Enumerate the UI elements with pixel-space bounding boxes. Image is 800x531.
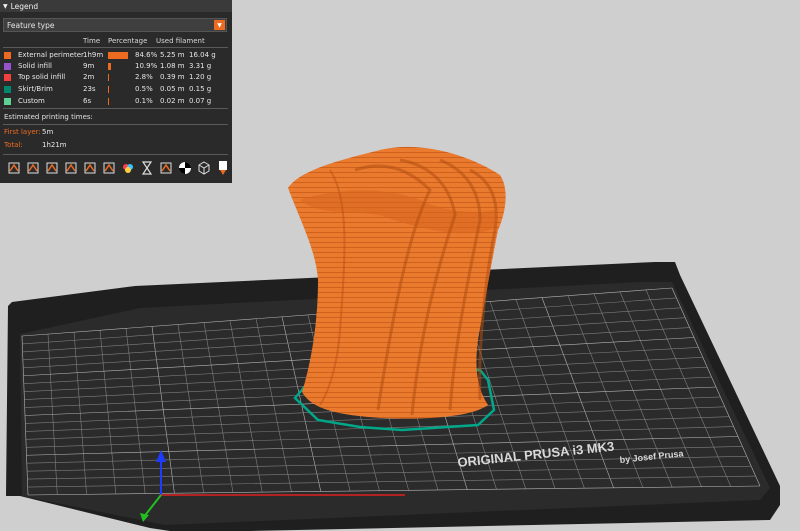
center-of-gravity-icon[interactable] (178, 160, 192, 176)
feature-percentage: 0.1% (135, 97, 153, 105)
feature-length: 0.02 m (160, 97, 185, 105)
tool-changes-icon[interactable] (102, 160, 116, 176)
first-layer-label: First layer: (4, 128, 41, 136)
feature-row[interactable]: Top solid infill 2m 2.8% 0.39 m 1.20 g (4, 73, 230, 83)
feature-time: 1h9m (83, 51, 104, 59)
feature-time: 9m (83, 62, 95, 70)
wipe-icon[interactable] (26, 160, 40, 176)
header-time: Time (83, 37, 101, 45)
travel-icon[interactable] (7, 160, 21, 176)
feature-name: Custom (18, 97, 45, 105)
feature-weight: 0.07 g (189, 97, 212, 105)
visibility-toolbar (3, 160, 229, 178)
total-label: Total: (4, 141, 23, 149)
header-used-filament: Used filament (156, 37, 205, 45)
estimated-times-label: Estimated printing times: (4, 113, 93, 121)
divider (3, 154, 228, 155)
feature-weight: 1.20 g (189, 73, 212, 81)
divider (3, 47, 228, 48)
first-layer-value: 5m (42, 128, 54, 136)
feature-weight: 16.04 g (189, 51, 216, 59)
color-swatch (4, 74, 11, 81)
tool-marker-icon[interactable] (216, 160, 230, 176)
feature-weight: 0.15 g (189, 85, 212, 93)
feature-weight: 3.31 g (189, 62, 212, 70)
feature-percentage: 10.9% (135, 62, 158, 70)
feature-length: 0.05 m (160, 85, 185, 93)
feature-row[interactable]: Solid infill 9m 10.9% 1.08 m 3.31 g (4, 62, 230, 72)
custom-gcode-icon[interactable] (159, 160, 173, 176)
legend-titlebar[interactable]: ▼ Legend (0, 0, 232, 12)
color-swatch (4, 86, 11, 93)
feature-name: Top solid infill (18, 73, 66, 81)
view-type-select[interactable]: Feature type ▼ (3, 18, 227, 32)
total-value: 1h21m (42, 141, 67, 149)
feature-row[interactable]: Custom 6s 0.1% 0.02 m 0.07 g (4, 97, 230, 107)
feature-name: Solid infill (18, 62, 52, 70)
color-swatch (4, 98, 11, 105)
feature-percentage: 84.6% (135, 51, 158, 59)
feature-percentage: 0.5% (135, 85, 153, 93)
feature-length: 5.25 m (160, 51, 185, 59)
feature-length: 0.39 m (160, 73, 185, 81)
legend-panel: ▼ Legend Feature type ▼ Time Percentage … (0, 0, 232, 183)
divider (3, 124, 228, 125)
chevron-down-icon[interactable]: ▼ (214, 20, 225, 30)
color-swatch (4, 63, 11, 70)
percentage-bar (108, 63, 111, 70)
feature-name: Skirt/Brim (18, 85, 53, 93)
feature-time: 6s (83, 97, 92, 105)
feature-time: 2m (83, 73, 95, 81)
seams-icon[interactable] (83, 160, 97, 176)
pause-icon[interactable] (140, 160, 154, 176)
shells-icon[interactable] (197, 160, 211, 176)
feature-row[interactable]: Skirt/Brim 23s 0.5% 0.05 m 0.15 g (4, 85, 230, 95)
percentage-bar (108, 74, 109, 81)
printed-model[interactable] (288, 146, 506, 419)
color-changes-icon[interactable] (121, 160, 135, 176)
color-swatch (4, 52, 11, 59)
divider (3, 108, 228, 109)
feature-length: 1.08 m (160, 62, 185, 70)
percentage-bar (108, 98, 109, 105)
feature-name: External perimeter (18, 51, 84, 59)
view-type-value: Feature type (7, 20, 55, 30)
feature-percentage: 2.8% (135, 73, 153, 81)
legend-title: Legend (10, 1, 39, 11)
retractions-icon[interactable] (45, 160, 59, 176)
header-percentage: Percentage (108, 37, 148, 45)
deretractions-icon[interactable] (64, 160, 78, 176)
collapse-triangle-icon[interactable]: ▼ (3, 3, 8, 10)
feature-row[interactable]: External perimeter 1h9m 84.6% 5.25 m 16.04 g (4, 51, 230, 61)
feature-time: 23s (83, 85, 96, 93)
percentage-bar (108, 86, 109, 93)
percentage-bar (108, 52, 128, 59)
